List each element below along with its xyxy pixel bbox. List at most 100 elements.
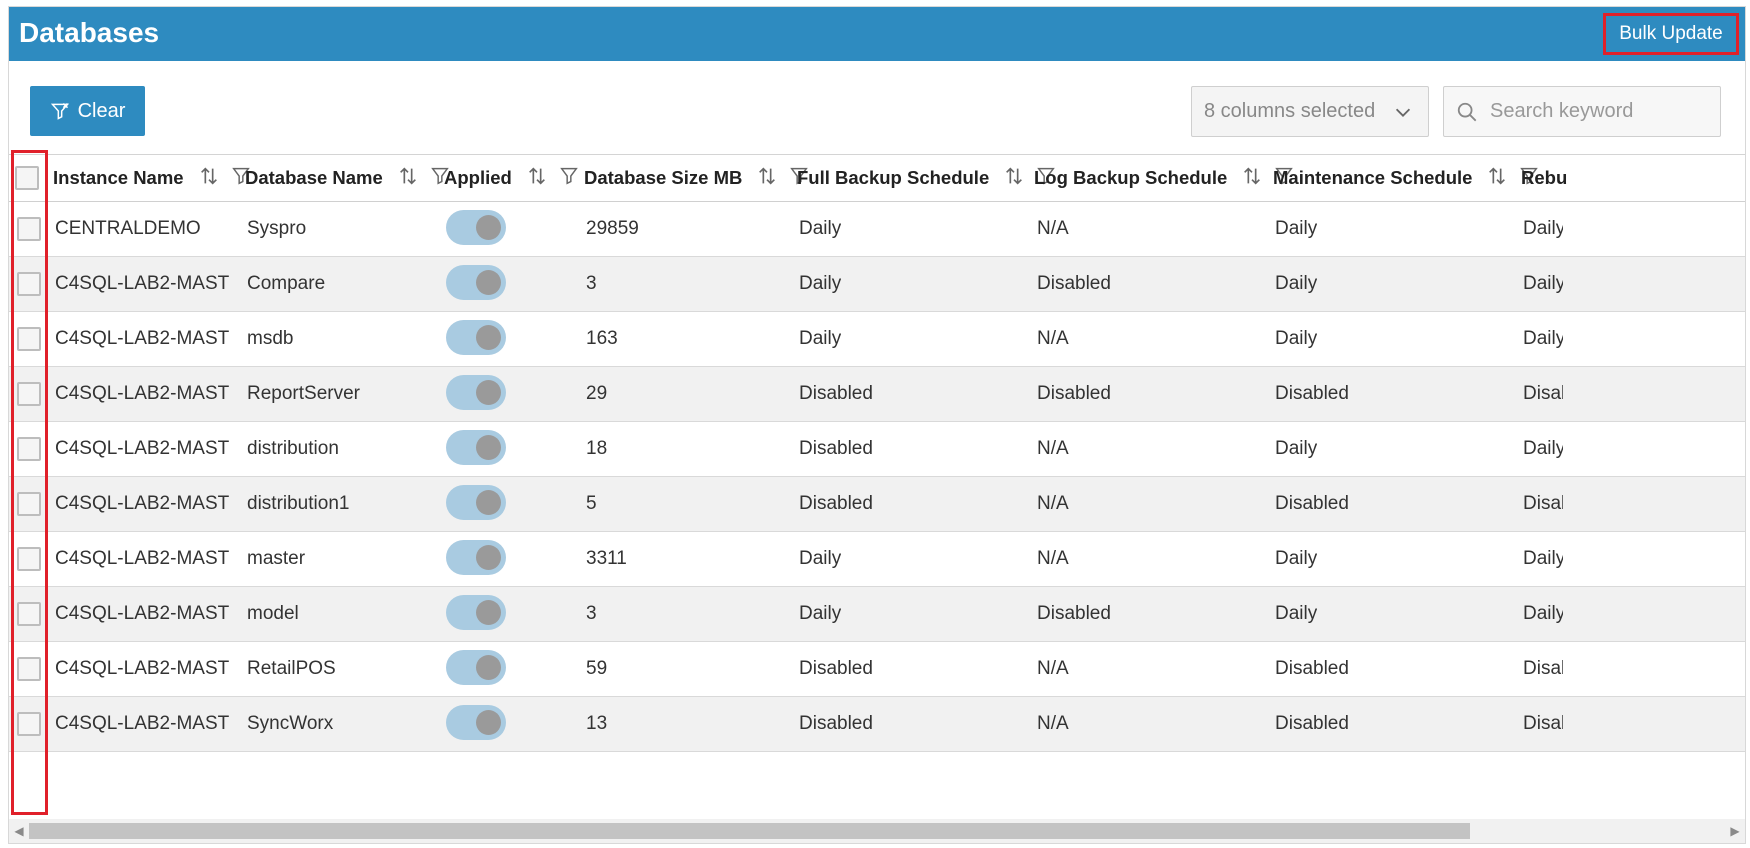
column-header-maintenance-schedule[interactable]: Maintenance Schedule — [1273, 155, 1540, 201]
database-size-mb-cell: 13 — [586, 713, 608, 734]
table-row[interactable]: C4SQL-LAB2-MAST ReportServer 29 Disabled Dis… — [9, 367, 1745, 422]
maintenance-schedule-cell: Daily — [1275, 548, 1318, 569]
columns-select[interactable]: 8 columns selected — [1191, 86, 1429, 137]
applied-toggle[interactable] — [446, 430, 506, 465]
row-checkbox[interactable] — [17, 547, 41, 571]
filter-icon[interactable] — [558, 165, 580, 192]
full-backup-schedule-cell: Daily — [799, 603, 842, 624]
full-backup-schedule-cell: Daily — [799, 328, 842, 349]
log-backup-schedule-cell: N/A — [1037, 548, 1069, 569]
rebuild-cell: Disab — [1523, 713, 1563, 734]
toggle-knob — [476, 215, 501, 240]
scroll-left-arrow[interactable]: ◀ — [11, 823, 27, 839]
applied-toggle[interactable] — [446, 650, 506, 685]
rebuild-cell: Disab — [1523, 493, 1563, 514]
applied-toggle[interactable] — [446, 540, 506, 575]
maintenance-schedule-cell: Disabled — [1275, 493, 1349, 514]
applied-toggle[interactable] — [446, 595, 506, 630]
applied-cell — [446, 367, 506, 421]
table-row[interactable]: C4SQL-LAB2-MAST msdb 163 Daily N/A Daily Daily — [9, 312, 1745, 367]
column-header-rebuild[interactable]: Rebu — [1521, 155, 1567, 201]
scroll-right-arrow[interactable]: ▶ — [1727, 823, 1743, 839]
column-header-full-backup-schedule[interactable]: Full Backup Schedule — [797, 155, 1057, 201]
column-header-label: Applied — [444, 167, 512, 188]
table-header-row: Instance Name Database Name Applied Databas… — [9, 155, 1745, 202]
maintenance-schedule-cell: Disabled — [1275, 383, 1349, 404]
column-header-actions — [526, 165, 580, 192]
row-checkbox[interactable] — [17, 492, 41, 516]
database-name-cell: model — [247, 603, 299, 624]
applied-toggle[interactable] — [446, 705, 506, 740]
log-backup-schedule-cell: N/A — [1037, 218, 1069, 239]
row-checkbox[interactable] — [17, 712, 41, 736]
columns-select-value: 8 columns selected — [1204, 100, 1376, 122]
toggle-knob — [476, 490, 501, 515]
table-row[interactable]: C4SQL-LAB2-MAST SyncWorx 13 Disabled N/A Disa… — [9, 697, 1745, 752]
row-select-cell — [17, 257, 41, 311]
log-backup-schedule-cell: Disabled — [1037, 273, 1111, 294]
maintenance-schedule-cell: Daily — [1275, 273, 1318, 294]
database-size-mb-cell: 59 — [586, 658, 608, 679]
maintenance-schedule-cell: Daily — [1275, 438, 1318, 459]
instance-name-cell: CENTRALDEMO — [55, 218, 201, 239]
full-backup-schedule-cell: Disabled — [799, 658, 873, 679]
column-header-instance-name[interactable]: Instance Name — [53, 155, 252, 201]
select-all-checkbox[interactable] — [15, 166, 39, 190]
column-header-applied[interactable]: Applied — [444, 155, 580, 201]
column-header-label: Log Backup Schedule — [1034, 167, 1228, 188]
row-checkbox[interactable] — [17, 382, 41, 406]
maintenance-schedule-cell: Daily — [1275, 218, 1318, 239]
sort-icon[interactable] — [1486, 165, 1508, 192]
row-checkbox[interactable] — [17, 272, 41, 296]
row-checkbox[interactable] — [17, 657, 41, 681]
sort-icon[interactable] — [1003, 165, 1025, 192]
scrollbar-thumb[interactable] — [29, 823, 1470, 839]
row-checkbox[interactable] — [17, 217, 41, 241]
row-select-cell — [17, 202, 41, 256]
toggle-knob — [476, 710, 501, 735]
table-row[interactable]: C4SQL-LAB2-MAST distribution1 5 Disabled N/A… — [9, 477, 1745, 532]
table-row[interactable]: C4SQL-LAB2-MAST Compare 3 Daily Disabled Dail… — [9, 257, 1745, 312]
applied-toggle[interactable] — [446, 485, 506, 520]
databases-panel: Databases Bulk Update Clear 8 columns se… — [8, 6, 1746, 844]
sort-icon[interactable] — [756, 165, 778, 192]
column-header-database-size-mb[interactable]: Database Size MB — [584, 155, 810, 201]
database-name-cell: master — [247, 548, 306, 569]
column-header-label: Rebu — [1521, 167, 1568, 188]
clear-filters-button[interactable]: Clear — [30, 86, 145, 136]
search-input[interactable] — [1490, 100, 1700, 123]
maintenance-schedule-cell: Disabled — [1275, 713, 1349, 734]
database-name-cell: msdb — [247, 328, 294, 349]
applied-toggle[interactable] — [446, 375, 506, 410]
row-checkbox[interactable] — [17, 602, 41, 626]
table-row[interactable]: C4SQL-LAB2-MAST distribution 18 Disabled N/A… — [9, 422, 1745, 477]
applied-toggle[interactable] — [446, 320, 506, 355]
log-backup-schedule-cell: N/A — [1037, 438, 1069, 459]
sort-icon[interactable] — [1241, 165, 1263, 192]
select-all-cell — [15, 155, 39, 201]
column-header-database-name[interactable]: Database Name — [245, 155, 451, 201]
maintenance-schedule-cell: Daily — [1275, 328, 1318, 349]
search-box[interactable] — [1443, 86, 1721, 137]
log-backup-schedule-cell: N/A — [1037, 713, 1069, 734]
sort-icon[interactable] — [526, 165, 548, 192]
table-row[interactable]: C4SQL-LAB2-MAST master 3311 Daily N/A Daily Da… — [9, 532, 1745, 587]
bulk-update-button[interactable]: Bulk Update — [1603, 13, 1739, 55]
table-row[interactable]: C4SQL-LAB2-MAST model 3 Daily Disabled Daily D… — [9, 587, 1745, 642]
table-row[interactable]: CENTRALDEMO Syspro 29859 Daily N/A Daily Daily — [9, 202, 1745, 257]
toggle-knob — [476, 380, 501, 405]
sort-icon[interactable] — [198, 165, 220, 192]
database-name-cell: distribution1 — [247, 493, 350, 514]
row-checkbox[interactable] — [17, 327, 41, 351]
toggle-knob — [476, 270, 501, 295]
sort-icon[interactable] — [397, 165, 419, 192]
applied-toggle[interactable] — [446, 210, 506, 245]
row-checkbox[interactable] — [17, 437, 41, 461]
applied-toggle[interactable] — [446, 265, 506, 300]
column-header-log-backup-schedule[interactable]: Log Backup Schedule — [1034, 155, 1295, 201]
column-header-label: Full Backup Schedule — [797, 167, 990, 188]
databases-table: Instance Name Database Name Applied Databas… — [9, 154, 1745, 752]
table-row[interactable]: C4SQL-LAB2-MAST RetailPOS 59 Disabled N/A Dis… — [9, 642, 1745, 697]
horizontal-scrollbar[interactable]: ◀ ▶ — [9, 819, 1745, 843]
database-size-mb-cell: 29859 — [586, 218, 639, 239]
